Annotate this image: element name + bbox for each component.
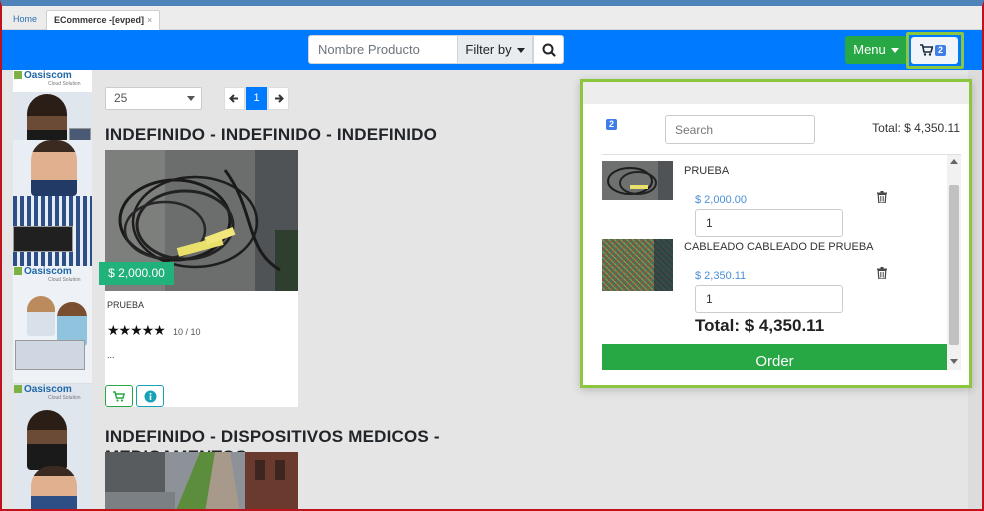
cart-scrollbar[interactable]	[947, 155, 961, 370]
search-button[interactable]	[533, 35, 564, 64]
menu-button[interactable]: Menu	[845, 36, 907, 64]
price-tag: $ 2,000.00	[99, 262, 174, 285]
product-list: 25 1 INDEFINIDO - INDEFINIDO - INDEFINID…	[99, 70, 580, 509]
oasiscom-logo: Oasiscom Cloud Solution	[14, 266, 81, 283]
person-photo	[31, 140, 77, 196]
page-button-current[interactable]: 1	[246, 87, 267, 110]
oasiscom-logo: Oasiscom Cloud Solution	[14, 384, 81, 401]
laptop-graphic	[13, 226, 73, 252]
cart-count-badge: 2	[606, 119, 618, 130]
cart-count-badge: 2	[935, 45, 947, 56]
person-photo	[31, 466, 77, 509]
rating-text: 10 / 10	[173, 327, 201, 337]
chevron-down-icon	[187, 96, 195, 101]
cart-item-price: $ 2,350.11	[695, 270, 747, 282]
caret-down-icon	[516, 48, 525, 54]
info-icon	[144, 390, 157, 403]
cart-item-name: CABLEADO CABLEADO DE PRUEBA	[684, 241, 874, 253]
top-navbar: Filter by Menu 2	[2, 30, 982, 70]
cart-item-image	[602, 161, 673, 200]
scroll-up-icon[interactable]	[950, 159, 958, 164]
cart-icon	[920, 44, 933, 56]
scroll-down-icon[interactable]	[950, 359, 958, 364]
arrow-right-icon	[275, 94, 284, 103]
cart-button[interactable]: 2	[911, 37, 958, 64]
prev-page-button[interactable]	[224, 87, 245, 110]
tab-bar: Home ECommerce -[evped] ×	[2, 6, 982, 30]
search-icon	[542, 43, 556, 57]
cart-item-quantity[interactable]	[695, 285, 843, 313]
cart-total-header: Total: $ 4,350.11	[872, 121, 960, 135]
order-button[interactable]: Order	[602, 344, 947, 370]
caret-down-icon	[890, 48, 899, 54]
add-to-cart-button[interactable]	[105, 385, 133, 407]
tab-close-icon[interactable]: ×	[147, 15, 152, 25]
product-search-input[interactable]	[308, 35, 458, 64]
product-name: PRUEBA	[107, 300, 145, 310]
cart-search-input[interactable]	[665, 115, 815, 144]
cart-item-price: $ 2,000.00	[695, 194, 747, 206]
street-photo	[105, 452, 298, 509]
product-card: $ 2,000.00 PRUEBA ★★★★★ 10 / 10 ...	[99, 150, 298, 407]
cart-item-name: PRUEBA	[684, 165, 730, 177]
next-page-button[interactable]	[268, 87, 289, 110]
person-photo	[27, 296, 55, 336]
section-title: INDEFINIDO - INDEFINIDO - INDEFINIDO	[105, 125, 438, 144]
menu-label: Menu	[853, 42, 886, 57]
arrow-left-icon	[229, 94, 238, 103]
product-info-button[interactable]	[136, 385, 164, 407]
ad-banner: Oasiscom Cloud Solution	[13, 266, 92, 384]
cart-grand-total: Total: $ 4,350.11	[695, 316, 825, 335]
trash-icon[interactable]	[877, 191, 887, 203]
scroll-thumb[interactable]	[949, 185, 959, 345]
cart-item-image	[602, 239, 673, 291]
dropdown-header	[583, 82, 969, 104]
cart-item-list: PRUEBA $ 2,000.00 CABLEADO CABLEADO DE P…	[602, 154, 961, 370]
filter-by-dropdown[interactable]: Filter by	[457, 35, 533, 64]
page-size-select[interactable]: 25	[105, 87, 202, 110]
ad-banner: Oasiscom Cloud Solution	[13, 384, 92, 509]
cart-icon	[113, 391, 125, 402]
filter-by-label: Filter by	[465, 42, 512, 57]
sidebar-ads: Oasiscom Cloud Solution Oasiscom Cloud Sol…	[13, 70, 92, 509]
page-size-value: 25	[114, 91, 128, 105]
cart-item-quantity[interactable]	[695, 209, 843, 237]
cart-dropdown: 2 Total: $ 4,350.11 PRUEBA $ 2,000.00	[580, 79, 972, 388]
person-photo	[27, 410, 67, 470]
product-image[interactable]	[105, 452, 298, 509]
tab-ecommerce-label: ECommerce -[evped]	[54, 15, 145, 25]
tab-ecommerce[interactable]: ECommerce -[evped] ×	[46, 10, 161, 30]
rating-stars: ★★★★★	[107, 322, 166, 338]
trash-icon[interactable]	[877, 267, 887, 279]
tab-home[interactable]: Home	[6, 10, 44, 30]
cart-button-highlight: 2	[906, 32, 964, 69]
app-frame: Home ECommerce -[evped]× Filter by Menu	[0, 0, 984, 511]
screen-graphic	[15, 340, 85, 370]
ad-banner	[13, 140, 92, 266]
oasiscom-logo: Oasiscom Cloud Solution	[14, 70, 81, 87]
product-description: ...	[107, 350, 115, 360]
